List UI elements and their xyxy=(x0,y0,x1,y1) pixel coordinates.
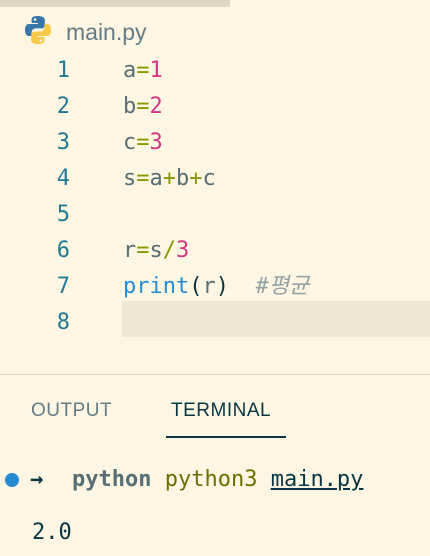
code-token: print xyxy=(123,274,190,299)
active-tab-indicator xyxy=(166,436,286,438)
code-token: b xyxy=(176,166,190,191)
code-token: a xyxy=(149,166,163,191)
terminal-output-line: 2.0 xyxy=(0,518,430,548)
code-token: #평균 xyxy=(255,274,310,299)
terminal-prompt-line xyxy=(0,545,430,556)
code-token: = xyxy=(136,166,150,191)
code-line[interactable]: 7 print(r) #평균 xyxy=(0,269,430,305)
command-name: python3 xyxy=(164,467,258,492)
code-token: 2 xyxy=(149,94,163,119)
tab-filename: main.py xyxy=(66,19,147,45)
code-token: a xyxy=(123,58,137,83)
code-text: c=3 xyxy=(123,125,163,161)
code-token: r xyxy=(202,274,216,299)
line-number: 8 xyxy=(56,310,70,335)
code-line[interactable]: 8 xyxy=(0,305,430,341)
code-text: s=a+b+c xyxy=(123,161,216,197)
line-number: 3 xyxy=(56,130,70,155)
line-number: 4 xyxy=(56,166,70,191)
code-token: 1 xyxy=(149,58,163,83)
code-token: + xyxy=(162,166,176,191)
title-strip xyxy=(0,0,230,7)
code-text: r=s/3 xyxy=(123,233,189,269)
code-line[interactable]: 4 s=a+b+c xyxy=(0,161,430,197)
code-token: = xyxy=(136,238,150,263)
prompt-dir: python xyxy=(72,467,152,492)
bottom-panel: OUTPUT TERMINAL → python python3 main.py… xyxy=(0,375,430,556)
code-token: / xyxy=(162,238,176,263)
code-token: b xyxy=(123,94,137,119)
line-number: 5 xyxy=(56,202,70,227)
code-token: ) xyxy=(215,274,229,299)
code-token: 3 xyxy=(149,130,163,155)
terminal-output: 2.0 xyxy=(32,520,72,545)
code-token: + xyxy=(189,166,203,191)
code-line[interactable]: 1 a=1 xyxy=(0,53,430,89)
prompt-arrow-icon: → xyxy=(30,467,44,492)
code-token: = xyxy=(136,58,150,83)
code-line[interactable]: 5 xyxy=(0,197,430,233)
code-token: c xyxy=(123,130,137,155)
command-status-dot[interactable] xyxy=(5,473,19,487)
code-token: = xyxy=(136,94,150,119)
terminal-command: python python3 main.py xyxy=(72,465,363,495)
vscode-window: main.py 1 a=1 2 b=2 3 c=3 4 s=a+b+c 5 6 r=s/3 7 prin… xyxy=(0,0,430,556)
code-editor[interactable]: 1 a=1 2 b=2 3 c=3 4 s=a+b+c 5 6 r=s/3 7 print(r) #평균… xyxy=(0,53,430,373)
editor-tab[interactable]: main.py xyxy=(0,7,430,53)
code-line[interactable]: 6 r=s/3 xyxy=(0,233,430,269)
code-token: 3 xyxy=(176,238,190,263)
code-line[interactable]: 2 b=2 xyxy=(0,89,430,125)
line-number: 1 xyxy=(56,58,70,83)
code-token: s xyxy=(149,238,163,263)
line-number: 2 xyxy=(56,94,70,119)
code-text: b=2 xyxy=(123,89,163,125)
code-token: = xyxy=(136,130,150,155)
code-token: s xyxy=(123,166,137,191)
command-arg[interactable]: main.py xyxy=(271,467,364,492)
code-token: c xyxy=(202,166,216,191)
line-number: 6 xyxy=(56,238,70,263)
code-line[interactable]: 3 c=3 xyxy=(0,125,430,161)
python-icon xyxy=(25,16,51,44)
line-number: 7 xyxy=(56,274,70,299)
tab-terminal[interactable]: TERMINAL xyxy=(171,400,271,422)
code-text: print(r) #평균 xyxy=(123,269,309,305)
code-text: a=1 xyxy=(123,53,163,89)
terminal-command-line: → python python3 main.py xyxy=(0,465,430,495)
code-token: ( xyxy=(189,274,203,299)
tab-output[interactable]: OUTPUT xyxy=(31,400,112,422)
code-token: r xyxy=(123,238,137,263)
